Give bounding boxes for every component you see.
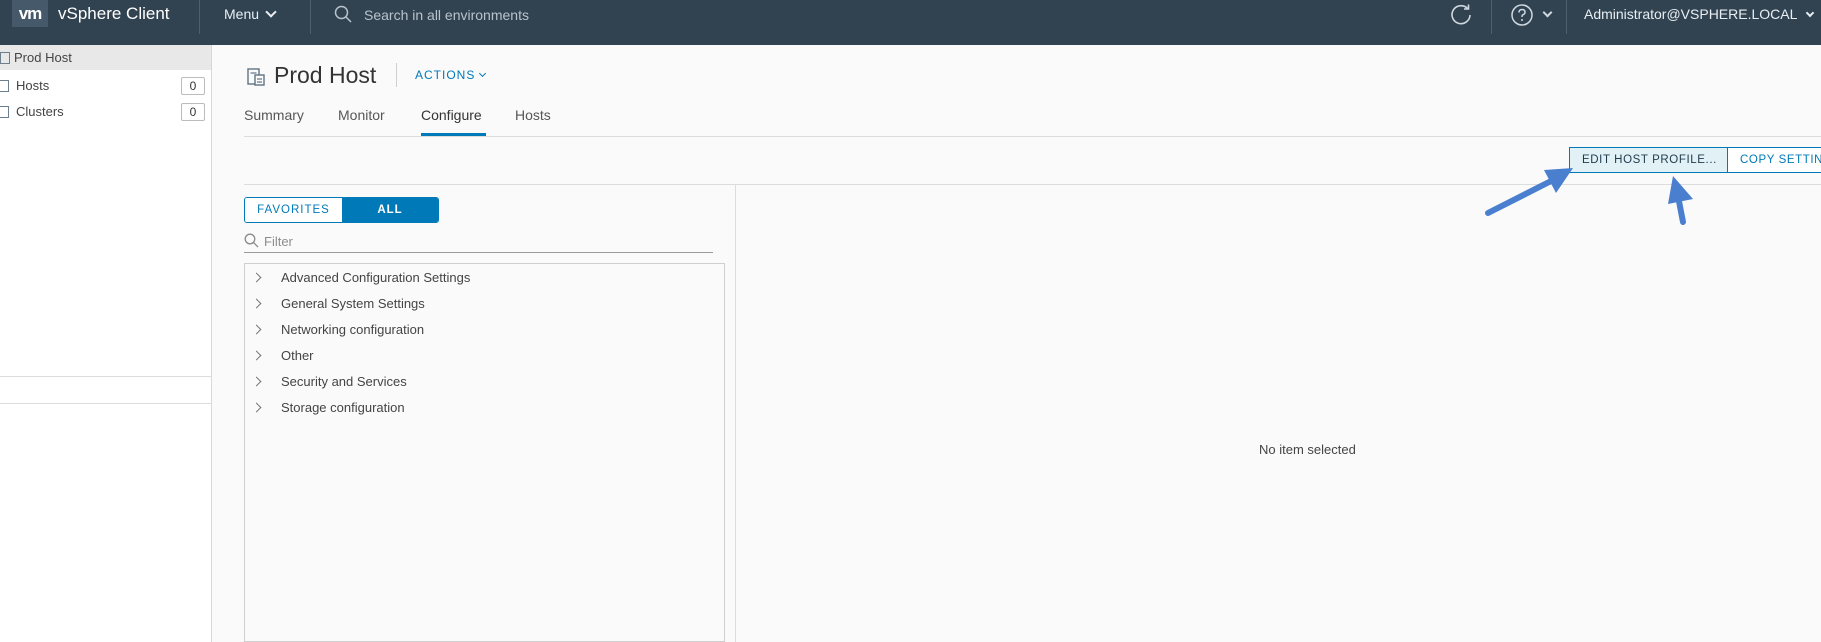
host-icon xyxy=(0,52,10,64)
tree-item-label: Advanced Configuration Settings xyxy=(281,270,471,285)
filter-field[interactable] xyxy=(244,229,713,253)
chevron-right-icon[interactable] xyxy=(251,272,262,283)
chevron-right-icon[interactable] xyxy=(251,402,262,413)
vmware-logo: vm xyxy=(12,0,48,27)
empty-state-message: No item selected xyxy=(1259,442,1356,457)
chevron-down-icon xyxy=(1542,7,1553,18)
navigator-root-label: Prod Host xyxy=(14,50,72,65)
actions-label: ACTIONS xyxy=(415,68,476,82)
actions-menu[interactable]: ACTIONS xyxy=(415,68,487,82)
header-divider xyxy=(199,0,200,34)
main-content: Prod Host ACTIONS Summary Monitor Config… xyxy=(212,45,1821,642)
tree-item[interactable]: Security and Services xyxy=(245,370,724,396)
header-divider xyxy=(310,0,311,34)
navigator-divider xyxy=(0,403,211,404)
menu-button[interactable]: Menu xyxy=(224,6,277,22)
settings-tree: Advanced Configuration Settings General … xyxy=(244,263,725,642)
chevron-down-icon xyxy=(479,69,487,78)
tab-monitor[interactable]: Monitor xyxy=(338,107,385,123)
tree-item[interactable]: Other xyxy=(245,344,724,370)
chevron-right-icon[interactable] xyxy=(251,298,262,309)
filter-search-icon xyxy=(244,233,259,248)
tree-item[interactable]: Advanced Configuration Settings xyxy=(245,266,724,292)
top-header: vm vSphere Client Menu Administrator@VSP… xyxy=(0,0,1821,45)
tree-item-label: Storage configuration xyxy=(281,400,405,415)
header-divider xyxy=(1491,0,1492,34)
navigator-item-label: Hosts xyxy=(16,78,50,93)
tree-item[interactable]: Storage configuration xyxy=(245,396,724,422)
all-toggle[interactable]: ALL xyxy=(342,198,438,222)
tree-item-label: Networking configuration xyxy=(281,322,425,337)
app-title[interactable]: vSphere Client xyxy=(58,4,170,24)
chevron-down-icon xyxy=(1806,8,1815,18)
navigator-item-clusters[interactable]: Clusters 0 xyxy=(0,100,211,124)
content-divider xyxy=(244,184,1821,185)
global-search[interactable] xyxy=(334,4,634,26)
tab-hosts[interactable]: Hosts xyxy=(515,107,551,123)
search-input[interactable] xyxy=(364,4,634,26)
user-menu[interactable]: Administrator@VSPHERE.LOCAL xyxy=(1584,6,1815,22)
view-toggle: FAVORITES ALL xyxy=(244,197,439,223)
filter-input[interactable] xyxy=(264,231,704,251)
user-label: Administrator@VSPHERE.LOCAL xyxy=(1584,6,1798,22)
search-icon xyxy=(334,5,352,23)
menu-label: Menu xyxy=(224,6,260,22)
navigator-item-hosts[interactable]: Hosts 0 xyxy=(0,74,211,98)
chevron-down-icon xyxy=(265,6,277,18)
tree-item-label: General System Settings xyxy=(281,296,425,311)
refresh-icon[interactable] xyxy=(1449,2,1473,26)
host-profile-icon xyxy=(247,68,265,86)
chevron-right-icon[interactable] xyxy=(251,324,262,335)
copy-settings-button[interactable]: COPY SETTIN xyxy=(1727,147,1821,173)
tree-item-label: Security and Services xyxy=(281,374,407,389)
navigator-item-label: Clusters xyxy=(16,104,64,119)
count-badge: 0 xyxy=(181,103,205,121)
navigator-root-item[interactable]: Prod Host xyxy=(0,45,211,70)
tab-summary[interactable]: Summary xyxy=(244,107,304,123)
favorites-toggle[interactable]: FAVORITES xyxy=(245,198,342,222)
tree-item[interactable]: Networking configuration xyxy=(245,318,724,344)
clusters-icon xyxy=(0,106,9,118)
edit-host-profile-button[interactable]: EDIT HOST PROFILE... xyxy=(1569,147,1728,173)
title-divider xyxy=(396,63,397,87)
navigator-divider xyxy=(0,376,211,377)
hosts-icon xyxy=(0,80,9,92)
tab-configure[interactable]: Configure xyxy=(421,107,482,123)
page-title: Prod Host xyxy=(274,62,377,88)
tabs-divider xyxy=(244,136,1821,137)
tree-item[interactable]: General System Settings xyxy=(245,292,724,318)
count-badge: 0 xyxy=(181,77,205,95)
help-icon xyxy=(1511,4,1533,26)
panel-divider xyxy=(735,185,736,642)
navigator-panel: Prod Host Hosts 0 Clusters 0 xyxy=(0,45,212,642)
header-divider xyxy=(1566,0,1567,34)
chevron-right-icon[interactable] xyxy=(251,376,262,387)
tree-item-label: Other xyxy=(281,348,314,363)
chevron-right-icon[interactable] xyxy=(251,350,262,361)
